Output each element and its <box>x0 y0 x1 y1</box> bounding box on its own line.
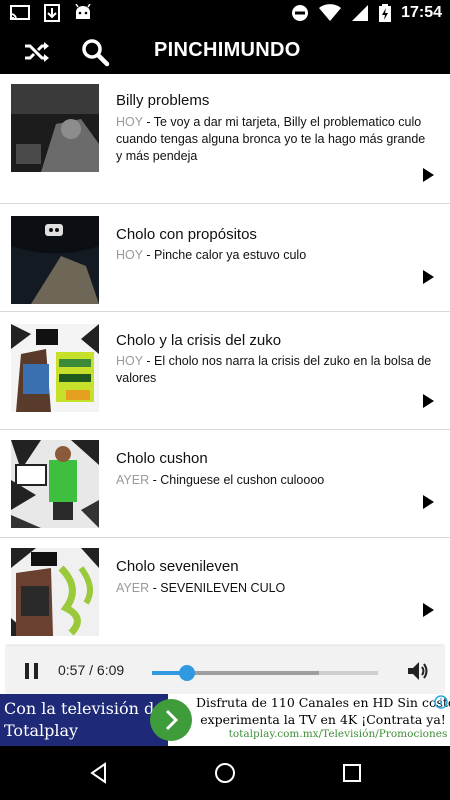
item-description: HOY - Pinche calor ya estuvo culo <box>116 247 434 264</box>
ad-headline: Con la televisión de Totalplay <box>4 699 164 740</box>
play-icon[interactable] <box>420 494 436 510</box>
item-description: AYER - Chinguese el cushon culoooo <box>116 472 434 489</box>
do-not-disturb-icon <box>292 5 309 21</box>
play-icon[interactable] <box>420 269 436 285</box>
clock: 17:54 <box>401 4 442 21</box>
total-duration: 6:09 <box>96 662 125 678</box>
item-date: HOY <box>116 248 143 262</box>
list-item[interactable]: Billy problems HOY - Te voy a dar mi tar… <box>0 74 450 204</box>
item-date: AYER <box>116 473 150 487</box>
download-icon <box>44 4 60 22</box>
item-description: AYER - SEVENILEVEN CULO <box>116 580 434 597</box>
ad-banner[interactable]: Con la televisión de Totalplay Disfruta … <box>0 694 450 746</box>
ad-line-1: Disfruta de 110 Canales en HD Sin costo <box>196 695 450 710</box>
seek-bar[interactable] <box>152 665 378 681</box>
feed-list[interactable]: Billy problems HOY - Te voy a dar mi tar… <box>0 74 450 646</box>
ad-url: totalplay.com.mx/Televisión/Promociones <box>228 728 448 740</box>
ad-copy: Disfruta de 110 Canales en HD Sin costo … <box>196 694 450 746</box>
item-description: HOY - Te voy a dar mi tarjeta, Billy el … <box>116 114 434 165</box>
cast-icon <box>10 5 30 20</box>
item-text: - SEVENILEVEN CULO <box>149 581 286 595</box>
playback-time: 0:57 / 6:09 <box>58 662 124 678</box>
list-item[interactable]: Cholo con propósitos HOY - Pinche calor … <box>0 204 450 312</box>
time-separator: / <box>85 662 97 678</box>
play-icon[interactable] <box>420 602 436 618</box>
item-title: Cholo con propósitos <box>116 226 257 243</box>
item-date: AYER <box>116 581 150 595</box>
signal-icon <box>352 5 369 21</box>
item-title: Cholo sevenileven <box>116 558 239 575</box>
item-title: Cholo cushon <box>116 450 208 467</box>
app-title: PINCHIMUNDO <box>154 39 301 61</box>
item-text: - Pinche calor ya estuvo culo <box>142 248 307 262</box>
audio-player: 0:57 / 6:09 <box>6 646 444 694</box>
play-icon[interactable] <box>420 393 436 409</box>
video-thumbnail[interactable] <box>11 440 99 528</box>
battery-charging-icon <box>379 4 392 22</box>
video-thumbnail[interactable] <box>11 548 99 636</box>
status-bar: 17:54 <box>0 0 450 28</box>
ad-arrow-button[interactable] <box>150 699 192 741</box>
list-item[interactable]: Cholo y la crisis del zuko HOY - El chol… <box>0 312 450 430</box>
item-text: - Chinguese el cushon culoooo <box>149 473 325 487</box>
list-item[interactable]: Cholo sevenileven AYER - SEVENILEVEN CUL… <box>0 538 450 646</box>
current-position: 0:57 <box>58 662 86 678</box>
volume-icon[interactable] <box>406 659 430 683</box>
play-icon[interactable] <box>420 167 436 183</box>
chevron-right-icon <box>165 709 179 731</box>
video-thumbnail[interactable] <box>11 216 99 304</box>
item-description: HOY - El cholo nos narra la crisis del z… <box>116 353 434 387</box>
list-item[interactable]: Cholo cushon AYER - Chinguese el cushon … <box>0 430 450 538</box>
app-header: PINCHIMUNDO <box>0 28 450 74</box>
seek-thumb[interactable] <box>178 665 195 681</box>
shuffle-icon[interactable] <box>22 37 52 67</box>
item-date: HOY <box>116 354 143 368</box>
navigation-bar <box>0 746 450 800</box>
ad-brand-panel: Con la televisión de Totalplay <box>0 694 168 746</box>
pause-icon[interactable] <box>24 662 40 680</box>
ad-line-2: experimenta la TV en 4K ¡Contrata ya! <box>200 712 446 727</box>
video-thumbnail[interactable] <box>11 84 99 172</box>
item-text: - El cholo nos narra la crisis del zuko … <box>116 354 432 385</box>
ad-choices-icon[interactable] <box>434 695 448 709</box>
search-icon[interactable] <box>80 37 110 67</box>
recents-icon[interactable] <box>340 761 364 785</box>
item-title: Cholo y la crisis del zuko <box>116 332 282 349</box>
video-thumbnail[interactable] <box>11 324 99 412</box>
home-icon[interactable] <box>213 761 237 785</box>
android-icon <box>75 4 91 19</box>
item-title: Billy problems <box>116 92 210 109</box>
wifi-icon <box>319 4 342 22</box>
item-date: HOY <box>116 115 143 129</box>
back-icon[interactable] <box>87 761 111 785</box>
item-text: - Te voy a dar mi tarjeta, Billy el prob… <box>116 115 426 163</box>
